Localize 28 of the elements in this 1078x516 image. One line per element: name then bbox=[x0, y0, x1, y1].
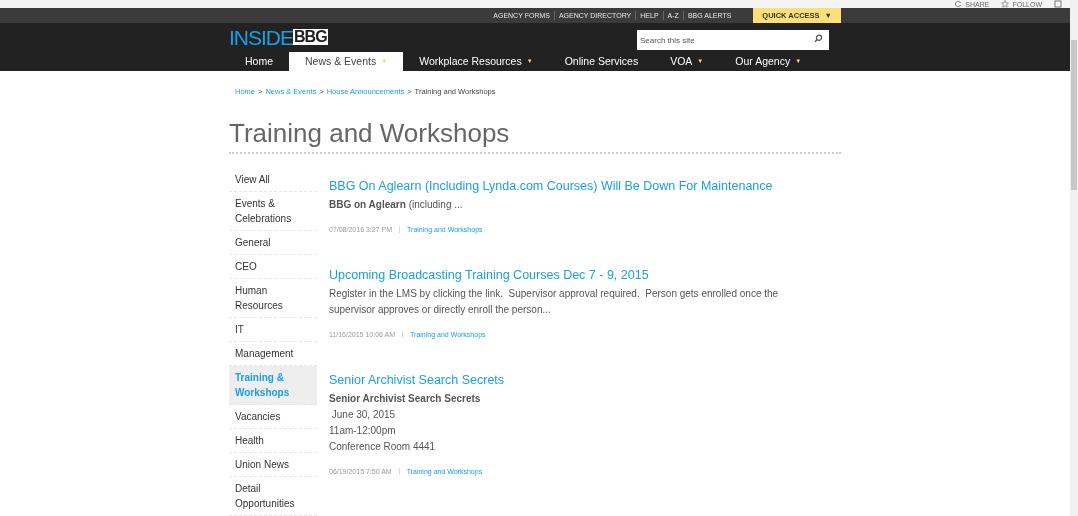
focus-button[interactable] bbox=[1054, 0, 1062, 8]
star-icon bbox=[1001, 0, 1010, 8]
nav-tab[interactable]: Online Services bbox=[548, 51, 655, 71]
post-excerpt: June 30, 2015 bbox=[330, 408, 397, 422]
sidebar-item[interactable]: Health bbox=[229, 429, 317, 453]
site-logo[interactable]: INSIDEBBG bbox=[229, 26, 328, 48]
post-excerpt: Conference Room 4441 bbox=[329, 440, 437, 454]
scrollbar[interactable] bbox=[1070, 0, 1078, 516]
post-excerpt: 11am-12:00pm bbox=[329, 424, 397, 438]
post-excerpt: Register in the LMS by clicking the link. Supervisor approval required. Person gets enrolled once the supervisor approves or directly enroll the person... bbox=[329, 287, 780, 317]
sidebar-item[interactable]: IT bbox=[229, 318, 317, 342]
search-icon[interactable] bbox=[814, 33, 823, 43]
sidebar-item[interactable]: Vacancies bbox=[229, 405, 317, 429]
nav-tab[interactable]: Home bbox=[229, 51, 289, 71]
sidebar-item[interactable]: Human Resources bbox=[229, 279, 317, 318]
fullscreen-icon bbox=[1054, 0, 1062, 8]
search-field[interactable]: Search this site bbox=[637, 30, 829, 51]
post-subheading: Senior Archivist Search Secrets bbox=[329, 392, 482, 406]
sidebar-item[interactable]: CEO bbox=[229, 255, 317, 279]
sidebar-item[interactable]: View All bbox=[229, 168, 317, 192]
sidebar-item[interactable]: General bbox=[229, 231, 317, 255]
refresh-icon bbox=[954, 0, 963, 8]
sidebar-item[interactable]: Events & Celebrations bbox=[229, 192, 317, 231]
sidebar-item[interactable]: Union News bbox=[229, 453, 317, 477]
post-excerpt: BBG on Aglearn (including ... bbox=[329, 198, 464, 212]
scrollbar-thumb[interactable] bbox=[1071, 40, 1077, 190]
page-title: Training and Workshops bbox=[229, 118, 841, 154]
sidebar-item[interactable]: Detail Opportunities bbox=[229, 477, 317, 516]
